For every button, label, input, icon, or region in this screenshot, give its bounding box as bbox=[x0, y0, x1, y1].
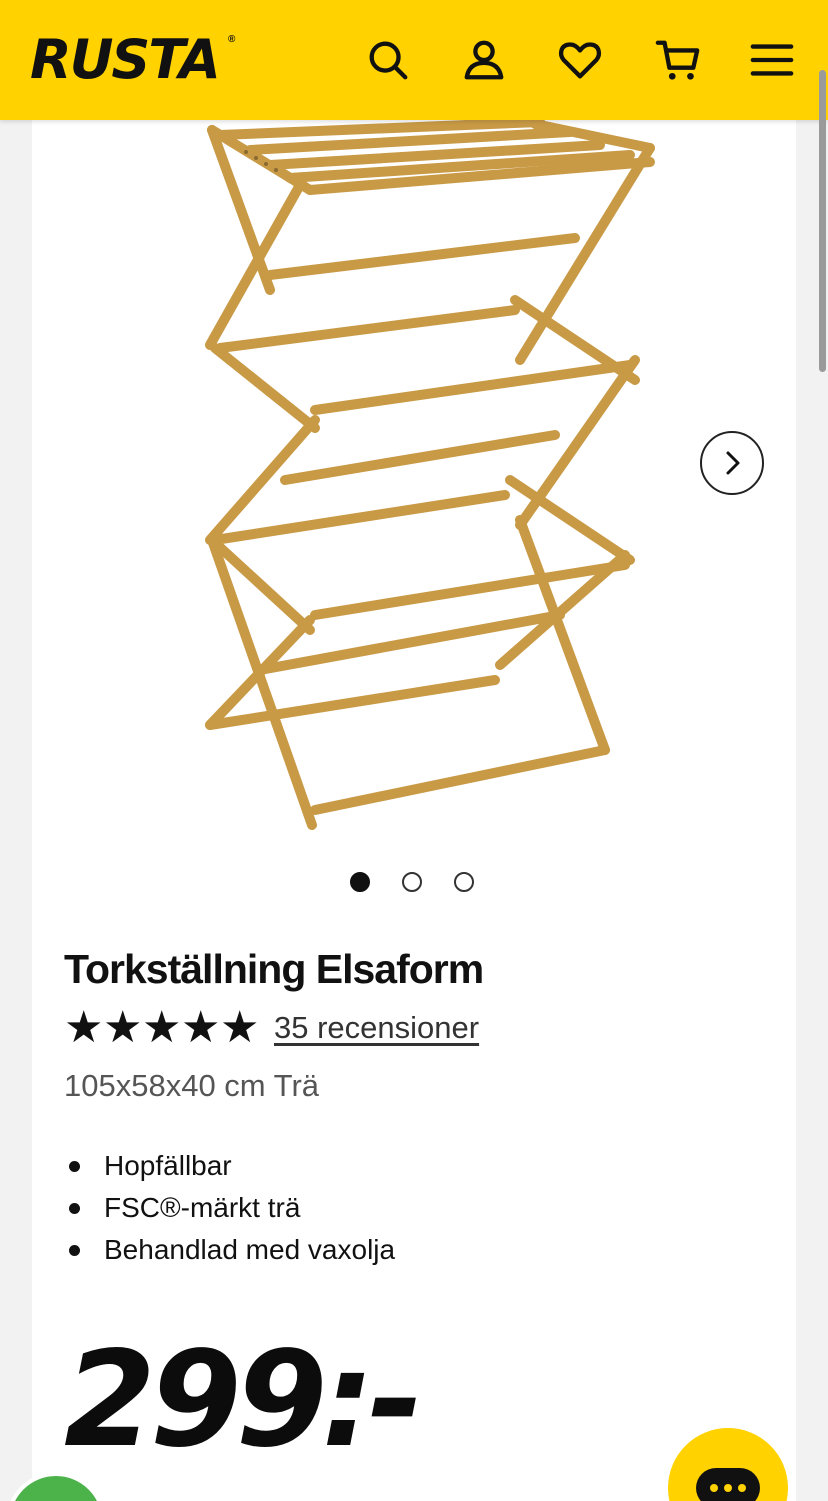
product-image[interactable] bbox=[190, 110, 670, 840]
gallery-dot-2[interactable] bbox=[402, 872, 422, 892]
star-icon: ★ bbox=[64, 1002, 104, 1053]
registered-mark: ® bbox=[228, 34, 236, 45]
star-icon: ★ bbox=[220, 1002, 260, 1053]
reviews-link[interactable]: 35 recensioner bbox=[274, 1010, 479, 1046]
cart-icon[interactable] bbox=[654, 34, 702, 86]
chevron-right-icon bbox=[726, 451, 740, 475]
site-header: RUSTA ® bbox=[0, 0, 828, 120]
product-dimensions: 105x58x40 cm Trä bbox=[64, 1068, 320, 1103]
star-icon: ★ bbox=[142, 1002, 182, 1053]
feature-item: Behandlad med vaxolja bbox=[64, 1229, 395, 1271]
product-title: Torkställning Elsaform bbox=[64, 946, 484, 992]
chat-icon bbox=[696, 1468, 760, 1501]
gallery-dot-1[interactable] bbox=[350, 872, 370, 892]
product-price: 299:- bbox=[64, 1323, 423, 1477]
star-icon: ★ bbox=[103, 1002, 143, 1053]
search-icon[interactable] bbox=[364, 34, 412, 86]
product-page: RUSTA ® Torkställning Elsaform ★ ★ ★ ★ ★… bbox=[0, 0, 828, 1501]
star-icon: ★ bbox=[181, 1002, 221, 1053]
feature-list: Hopfällbar FSC®-märkt trä Behandlad med … bbox=[64, 1145, 395, 1271]
rusta-logo[interactable]: RUSTA bbox=[30, 30, 221, 90]
page-scrollbar[interactable] bbox=[819, 70, 826, 372]
gallery-dot-3[interactable] bbox=[454, 872, 474, 892]
menu-icon[interactable] bbox=[748, 34, 796, 86]
rating-stars: ★ ★ ★ ★ ★ bbox=[64, 1006, 259, 1050]
feature-item: FSC®-märkt trä bbox=[64, 1187, 395, 1229]
wishlist-heart-icon[interactable] bbox=[556, 34, 604, 86]
feature-item: Hopfällbar bbox=[64, 1145, 395, 1187]
gallery-pagination bbox=[350, 872, 474, 892]
gallery-next-button[interactable] bbox=[700, 431, 764, 495]
account-icon[interactable] bbox=[460, 34, 508, 86]
